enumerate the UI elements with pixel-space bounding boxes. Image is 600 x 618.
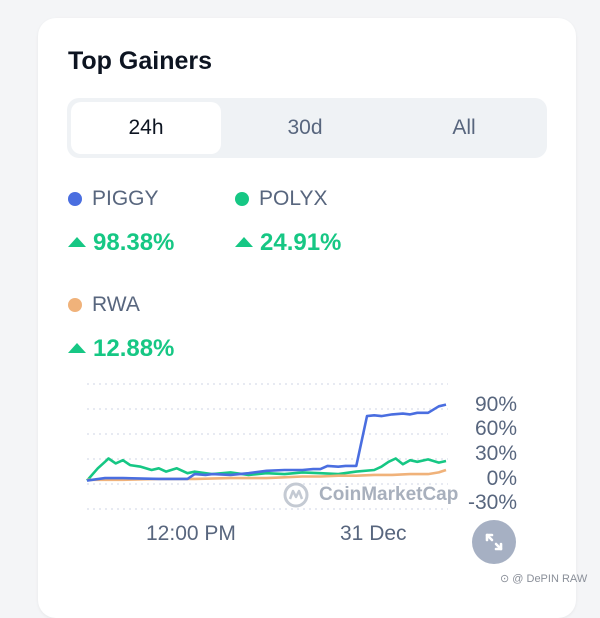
y-tick-label: 60% bbox=[475, 417, 517, 440]
expand-icon bbox=[485, 533, 503, 551]
coinmarketcap-logo-icon bbox=[283, 482, 309, 508]
expand-chart-button[interactable] bbox=[472, 520, 516, 564]
coinmarketcap-watermark: CoinMarketCap bbox=[283, 482, 458, 508]
footer-watermark: ⊙ @ DePIN RAW bbox=[500, 573, 588, 585]
x-tick-label: 31 Dec bbox=[340, 522, 407, 545]
y-tick-label: -30% bbox=[468, 491, 517, 514]
x-tick-label: 12:00 PM bbox=[146, 522, 236, 545]
y-tick-label: 90% bbox=[475, 393, 517, 416]
y-tick-label: 30% bbox=[475, 442, 517, 465]
watermark-text: CoinMarketCap bbox=[319, 484, 459, 505]
y-axis-ticks: 90%60%30%0%-30% bbox=[468, 393, 517, 514]
series-line-piggy bbox=[86, 403, 447, 482]
y-tick-label: 0% bbox=[487, 467, 517, 490]
chart-lines bbox=[86, 403, 447, 482]
